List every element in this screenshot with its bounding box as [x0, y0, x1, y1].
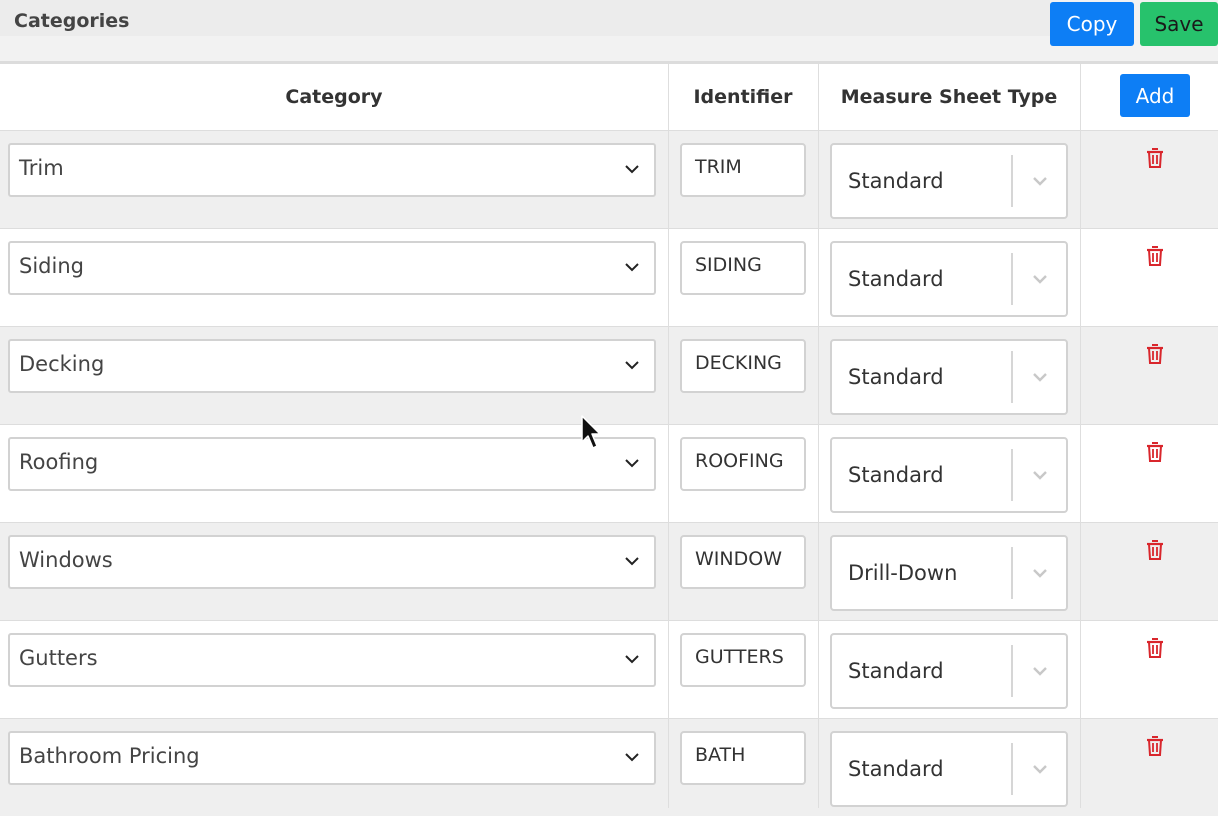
- category-value: Windows: [19, 548, 113, 572]
- column-header-identifier: Identifier: [693, 86, 793, 108]
- measure-sheet-type-value: Standard: [848, 267, 944, 291]
- measure-sheet-type-select[interactable]: Standard: [830, 437, 1068, 513]
- table-row: Bathroom Pricing BATH Standard: [0, 718, 1218, 816]
- identifier-input[interactable]: TRIM: [680, 143, 806, 197]
- add-button[interactable]: Add: [1120, 74, 1190, 117]
- header-title-bar: [0, 0, 1050, 36]
- table-row: Roofing ROOFING Standard: [0, 424, 1218, 522]
- identifier-value: TRIM: [695, 156, 742, 178]
- table-row: Siding SIDING Standard: [0, 228, 1218, 326]
- category-value: Roofing: [19, 450, 99, 474]
- identifier-value: SIDING: [695, 254, 762, 276]
- measure-sheet-type-select[interactable]: Standard: [830, 633, 1068, 709]
- identifier-input[interactable]: DECKING: [680, 339, 806, 393]
- table-row: Trim TRIM Standard: [0, 130, 1218, 228]
- chevron-down-icon[interactable]: [1030, 465, 1050, 485]
- category-select[interactable]: Gutters: [8, 633, 656, 687]
- select-indicator-separator: [1011, 253, 1013, 305]
- column-header-category: Category: [285, 86, 383, 108]
- trash-icon[interactable]: [1144, 637, 1166, 659]
- category-select[interactable]: Decking: [8, 339, 656, 393]
- chevron-down-icon[interactable]: [1030, 759, 1050, 779]
- category-select[interactable]: Siding: [8, 241, 656, 295]
- measure-sheet-type-select[interactable]: Drill-Down: [830, 535, 1068, 611]
- table-row: Decking DECKING Standard: [0, 326, 1218, 424]
- chevron-down-icon: [625, 753, 639, 762]
- category-value: Gutters: [19, 646, 98, 670]
- measure-sheet-type-select[interactable]: Standard: [830, 143, 1068, 219]
- trash-icon[interactable]: [1144, 735, 1166, 757]
- copy-button[interactable]: Copy: [1050, 2, 1134, 46]
- category-value: Siding: [19, 254, 84, 278]
- category-select[interactable]: Roofing: [8, 437, 656, 491]
- trash-icon[interactable]: [1144, 539, 1166, 561]
- chevron-down-icon: [625, 165, 639, 174]
- save-button[interactable]: Save: [1140, 2, 1218, 46]
- select-indicator-separator: [1011, 645, 1013, 697]
- identifier-input[interactable]: GUTTERS: [680, 633, 806, 687]
- page-header: Categories: [0, 0, 1218, 62]
- chevron-down-icon[interactable]: [1030, 661, 1050, 681]
- column-header-measure-sheet-type: Measure Sheet Type: [840, 86, 1058, 108]
- measure-sheet-type-value: Standard: [848, 659, 944, 683]
- trash-icon[interactable]: [1144, 245, 1166, 267]
- category-select[interactable]: Windows: [8, 535, 656, 589]
- identifier-input[interactable]: SIDING: [680, 241, 806, 295]
- identifier-value: WINDOW: [695, 548, 782, 570]
- column-divider: [1080, 64, 1081, 808]
- measure-sheet-type-value: Standard: [848, 365, 944, 389]
- trash-icon[interactable]: [1144, 441, 1166, 463]
- identifier-value: GUTTERS: [695, 646, 784, 668]
- select-indicator-separator: [1011, 743, 1013, 795]
- select-indicator-separator: [1011, 449, 1013, 501]
- select-indicator-separator: [1011, 351, 1013, 403]
- measure-sheet-type-select[interactable]: Standard: [830, 241, 1068, 317]
- measure-sheet-type-value: Standard: [848, 757, 944, 781]
- category-select[interactable]: Bathroom Pricing: [8, 731, 656, 785]
- page-title: Categories: [14, 10, 130, 32]
- select-indicator-separator: [1011, 155, 1013, 207]
- column-divider: [818, 64, 819, 808]
- identifier-value: ROOFING: [695, 450, 784, 472]
- mouse-cursor-icon: [581, 415, 601, 449]
- identifier-input[interactable]: ROOFING: [680, 437, 806, 491]
- chevron-down-icon: [625, 263, 639, 272]
- chevron-down-icon[interactable]: [1030, 563, 1050, 583]
- chevron-down-icon[interactable]: [1030, 171, 1050, 191]
- identifier-value: BATH: [695, 744, 746, 766]
- category-select[interactable]: Trim: [8, 143, 656, 197]
- chevron-down-icon[interactable]: [1030, 367, 1050, 387]
- column-divider: [668, 64, 669, 808]
- table-row: Gutters GUTTERS Standard: [0, 620, 1218, 718]
- chevron-down-icon: [625, 361, 639, 370]
- chevron-down-icon[interactable]: [1030, 269, 1050, 289]
- category-value: Bathroom Pricing: [19, 744, 200, 768]
- measure-sheet-type-value: Standard: [848, 169, 944, 193]
- chevron-down-icon: [625, 655, 639, 664]
- measure-sheet-type-select[interactable]: Standard: [830, 731, 1068, 807]
- chevron-down-icon: [625, 459, 639, 468]
- table-row: Windows WINDOW Drill-Down: [0, 522, 1218, 620]
- measure-sheet-type-value: Standard: [848, 463, 944, 487]
- select-indicator-separator: [1011, 547, 1013, 599]
- trash-icon[interactable]: [1144, 343, 1166, 365]
- trash-icon[interactable]: [1144, 147, 1166, 169]
- measure-sheet-type-select[interactable]: Standard: [830, 339, 1068, 415]
- identifier-input[interactable]: WINDOW: [680, 535, 806, 589]
- category-value: Trim: [19, 156, 64, 180]
- chevron-down-icon: [625, 557, 639, 566]
- category-value: Decking: [19, 352, 105, 376]
- identifier-value: DECKING: [695, 352, 782, 374]
- measure-sheet-type-value: Drill-Down: [848, 561, 958, 585]
- identifier-input[interactable]: BATH: [680, 731, 806, 785]
